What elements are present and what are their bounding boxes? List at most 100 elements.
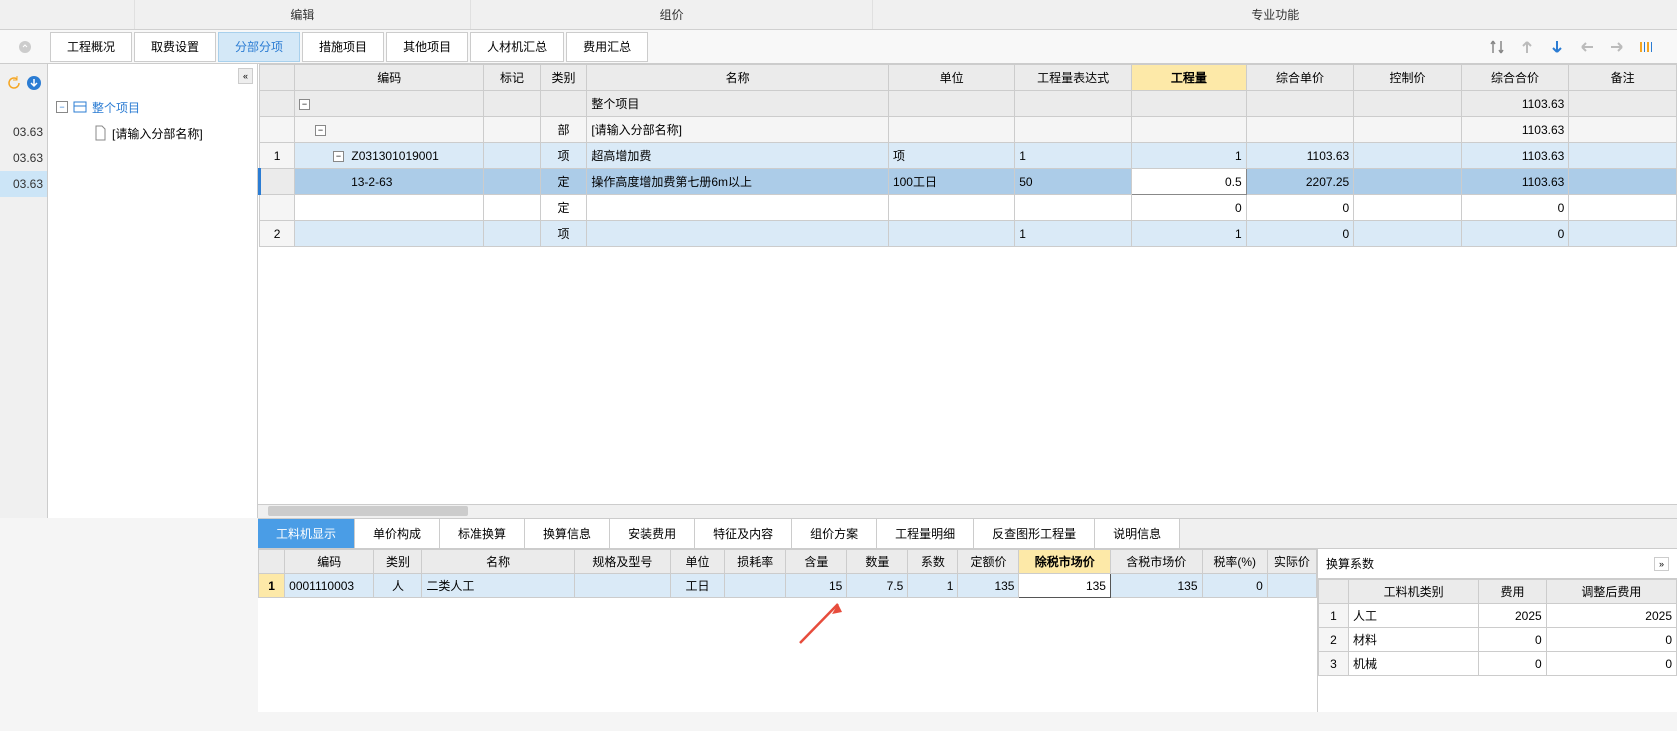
dheader-tax-price[interactable]: 含税市场价 <box>1110 550 1202 574</box>
dheader-name[interactable]: 名称 <box>422 550 575 574</box>
tab-price-composition[interactable]: 单价构成 <box>355 519 440 548</box>
arrow-right-icon[interactable] <box>1607 37 1627 57</box>
dheader-qty[interactable]: 数量 <box>847 550 908 574</box>
tab-conversion-info[interactable]: 换算信息 <box>525 519 610 548</box>
side-table: 工料机类别 费用 调整后费用 1 人工 2025 2025 2 材料 0 0 <box>1318 579 1677 676</box>
side-panel-collapse-icon[interactable]: » <box>1654 557 1669 571</box>
tab-install-cost[interactable]: 安装费用 <box>610 519 695 548</box>
dheader-category[interactable]: 类别 <box>374 550 422 574</box>
sub-toolbar: 工程概况 取费设置 分部分项 措施项目 其他项目 人材机汇总 费用汇总 <box>0 30 1677 64</box>
collapse-toggle-icon[interactable] <box>0 32 50 62</box>
header-category[interactable]: 类别 <box>540 65 587 91</box>
header-name[interactable]: 名称 <box>587 65 889 91</box>
table-row[interactable]: 1 − Z031301019001 项 超高增加费 项 1 1 1103.63 … <box>260 143 1677 169</box>
dheader-factor[interactable]: 系数 <box>908 550 958 574</box>
dheader-tax-rate[interactable]: 税率(%) <box>1202 550 1267 574</box>
dheader-code[interactable]: 编码 <box>285 550 374 574</box>
side-row[interactable]: 3 机械 0 0 <box>1319 652 1677 676</box>
content-area: 编码 标记 类别 名称 单位 工程量表达式 工程量 综合单价 控制价 综合合价 … <box>258 64 1677 518</box>
tab-subdivisions[interactable]: 分部分项 <box>218 32 300 62</box>
tab-project-overview[interactable]: 工程概况 <box>50 32 132 62</box>
arrow-left-icon[interactable] <box>1577 37 1597 57</box>
bottom-tabs: 工料机显示 单价构成 标准换算 换算信息 安装费用 特征及内容 组价方案 工程量… <box>258 518 1677 549</box>
gutter-value-3: 03.63 <box>0 171 47 197</box>
dheader-blank[interactable] <box>259 550 285 574</box>
tree-child-item[interactable]: [请输入分部名称] <box>56 120 257 146</box>
top-menu-spacer <box>0 0 135 29</box>
table-row[interactable]: 定 0 0 0 <box>260 195 1677 221</box>
header-control-price[interactable]: 控制价 <box>1354 65 1462 91</box>
tab-quantity-detail[interactable]: 工程量明细 <box>877 519 974 548</box>
main-area: 03.63 03.63 03.63 « − 整个项目 [请输入分部名称] <box>0 64 1677 518</box>
sheader-blank[interactable] <box>1319 580 1349 604</box>
header-total[interactable]: 综合合价 <box>1461 65 1569 91</box>
header-mark[interactable]: 标记 <box>484 65 540 91</box>
tab-fee-settings[interactable]: 取费设置 <box>134 32 216 62</box>
left-gutter: 03.63 03.63 03.63 <box>0 64 48 518</box>
header-remark[interactable]: 备注 <box>1569 65 1677 91</box>
tab-features[interactable]: 特征及内容 <box>695 519 792 548</box>
top-menu-bar: 编辑 组价 专业功能 <box>0 0 1677 30</box>
tab-resources[interactable]: 工料机显示 <box>258 519 355 548</box>
dheader-actual[interactable]: 实际价 <box>1267 550 1316 574</box>
sidebar-tree: « − 整个项目 [请输入分部名称] <box>48 64 258 518</box>
tab-pricing-scheme[interactable]: 组价方案 <box>792 519 877 548</box>
tab-standard-conversion[interactable]: 标准换算 <box>440 519 525 548</box>
sheader-adjusted[interactable]: 调整后费用 <box>1546 580 1676 604</box>
header-code[interactable]: 编码 <box>295 65 484 91</box>
tab-resource-summary[interactable]: 人材机汇总 <box>470 32 564 62</box>
sort-icon[interactable] <box>1487 37 1507 57</box>
dheader-content[interactable]: 含量 <box>786 550 847 574</box>
sidebar-collapse-icon[interactable]: « <box>238 68 253 84</box>
expand-icon[interactable]: − <box>56 101 68 113</box>
collapse-icon[interactable]: − <box>333 151 344 162</box>
dheader-spec[interactable]: 规格及型号 <box>574 550 670 574</box>
tab-cost-summary[interactable]: 费用汇总 <box>566 32 648 62</box>
tab-reverse-lookup[interactable]: 反查图形工程量 <box>974 519 1095 548</box>
gutter-value-2: 03.63 <box>0 145 47 171</box>
dheader-unit[interactable]: 单位 <box>670 550 724 574</box>
detail-row[interactable]: 1 0001110003 人 二类人工 工日 15 7.5 1 135 135 … <box>259 574 1317 598</box>
main-table: 编码 标记 类别 名称 单位 工程量表达式 工程量 综合单价 控制价 综合合价 … <box>258 64 1677 247</box>
menu-special[interactable]: 专业功能 <box>873 0 1677 29</box>
side-row[interactable]: 2 材料 0 0 <box>1319 628 1677 652</box>
side-row[interactable]: 1 人工 2025 2025 <box>1319 604 1677 628</box>
menu-edit[interactable]: 编辑 <box>135 0 471 29</box>
table-row-selected[interactable]: 13-2-63 定 操作高度增加费第七册6m以上 100工日 50 0.5 22… <box>260 169 1677 195</box>
header-expression[interactable]: 工程量表达式 <box>1015 65 1132 91</box>
tree-root-label: 整个项目 <box>92 99 140 116</box>
tab-other-items[interactable]: 其他项目 <box>386 32 468 62</box>
header-unit-price[interactable]: 综合单价 <box>1246 65 1354 91</box>
download-icon[interactable] <box>26 75 42 94</box>
refresh-icon[interactable] <box>6 75 22 94</box>
tree-root-item[interactable]: − 整个项目 <box>56 94 257 120</box>
sheader-cost[interactable]: 费用 <box>1479 580 1546 604</box>
table-header-row: 编码 标记 类别 名称 单位 工程量表达式 工程量 综合单价 控制价 综合合价 … <box>260 65 1677 91</box>
collapse-icon[interactable]: − <box>315 125 326 136</box>
table-row[interactable]: 2 项 1 1 0 0 <box>260 221 1677 247</box>
tab-description[interactable]: 说明信息 <box>1095 519 1180 548</box>
arrow-up-icon[interactable] <box>1517 37 1537 57</box>
gutter-value-1: 03.63 <box>0 119 47 145</box>
side-panel-title: 换算系数 <box>1326 555 1374 572</box>
arrow-down-icon[interactable] <box>1547 37 1567 57</box>
collapse-icon[interactable]: − <box>299 99 310 110</box>
side-panel: 换算系数 » 工料机类别 费用 调整后费用 1 人工 2025 2025 <box>1317 549 1677 712</box>
detail-table: 编码 类别 名称 规格及型号 单位 损耗率 含量 数量 系数 定额价 除税市场价… <box>258 549 1317 598</box>
table-row[interactable]: − 部 [请输入分部名称] 1103.63 <box>260 117 1677 143</box>
header-unit[interactable]: 单位 <box>888 65 1014 91</box>
menu-price[interactable]: 组价 <box>471 0 874 29</box>
horizontal-scrollbar[interactable] <box>258 504 1677 518</box>
detail-area: 编码 类别 名称 规格及型号 单位 损耗率 含量 数量 系数 定额价 除税市场价… <box>258 549 1677 712</box>
table-row[interactable]: − 整个项目 1103.63 <box>260 91 1677 117</box>
sheader-category[interactable]: 工料机类别 <box>1349 580 1479 604</box>
dheader-market-price[interactable]: 除税市场价 <box>1019 550 1111 574</box>
header-blank[interactable] <box>260 65 295 91</box>
dheader-loss[interactable]: 损耗率 <box>725 550 786 574</box>
detail-header-row: 编码 类别 名称 规格及型号 单位 损耗率 含量 数量 系数 定额价 除税市场价… <box>259 550 1317 574</box>
header-quantity[interactable]: 工程量 <box>1132 65 1247 91</box>
barcode-icon[interactable] <box>1637 37 1657 57</box>
dheader-quota-price[interactable]: 定额价 <box>958 550 1019 574</box>
project-icon <box>72 99 88 115</box>
tab-measures[interactable]: 措施项目 <box>302 32 384 62</box>
